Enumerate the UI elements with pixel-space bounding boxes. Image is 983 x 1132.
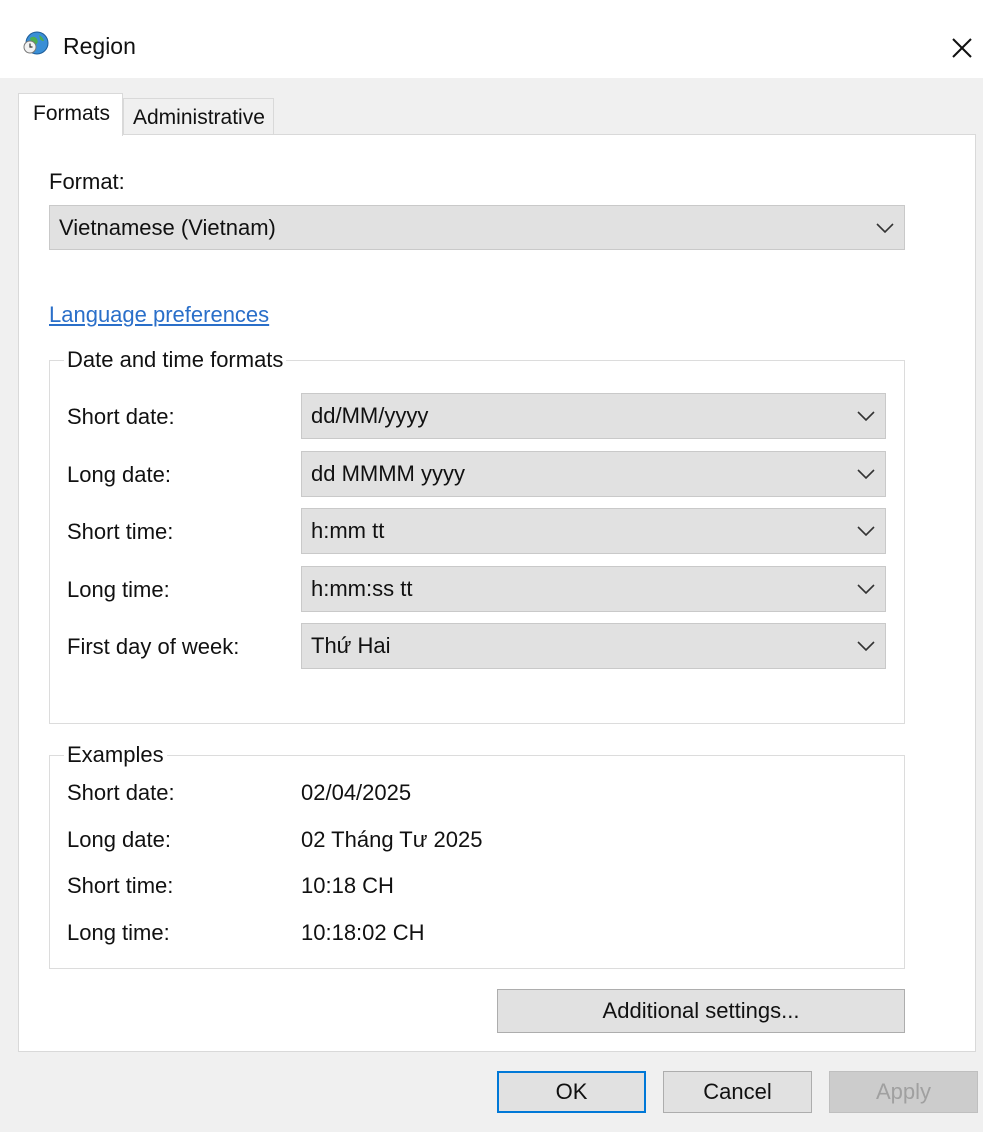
first-day-dropdown[interactable]: Thứ Hai: [301, 623, 886, 669]
format-label: Format:: [49, 169, 125, 194]
example-long-time-value: 10:18:02 CH: [301, 920, 425, 945]
short-time-dropdown[interactable]: h:mm tt: [301, 508, 886, 554]
short-time-value: h:mm tt: [311, 518, 385, 543]
long-date-value: dd MMMM yyyy: [311, 461, 465, 486]
short-date-dropdown[interactable]: dd/MM/yyyy: [301, 393, 886, 439]
format-dropdown[interactable]: Vietnamese (Vietnam): [49, 205, 905, 250]
globe-clock-icon: [23, 31, 49, 55]
date-time-formats-title: Date and time formats: [64, 347, 287, 373]
example-short-date-label: Short date:: [67, 780, 175, 805]
short-time-label: Short time:: [67, 519, 174, 544]
long-date-dropdown[interactable]: dd MMMM yyyy: [301, 451, 886, 497]
example-long-date-label: Long date:: [67, 827, 171, 852]
examples-group: [49, 755, 905, 969]
example-long-time-label: Long time:: [67, 920, 170, 945]
cancel-button[interactable]: Cancel: [663, 1071, 812, 1113]
chevron-down-icon: [857, 526, 875, 536]
long-time-label: Long time:: [67, 577, 170, 602]
title-bar: Region: [0, 0, 983, 78]
ok-button[interactable]: OK: [497, 1071, 646, 1113]
additional-settings-button[interactable]: Additional settings...: [497, 989, 905, 1033]
examples-title: Examples: [64, 742, 167, 768]
tab-administrative[interactable]: Administrative: [123, 98, 274, 134]
apply-button[interactable]: Apply: [829, 1071, 978, 1113]
chevron-down-icon: [876, 222, 894, 233]
example-short-time-label: Short time:: [67, 873, 174, 898]
long-date-label: Long date:: [67, 462, 171, 487]
long-time-value: h:mm:ss tt: [311, 576, 413, 601]
window-title: Region: [63, 33, 136, 59]
language-preferences-link[interactable]: Language preferences: [49, 302, 269, 328]
example-long-date-value: 02 Tháng Tư 2025: [301, 827, 483, 852]
first-day-value: Thứ Hai: [311, 633, 391, 658]
example-short-time-value: 10:18 CH: [301, 873, 394, 898]
tab-formats-label: Formats: [33, 102, 111, 125]
example-short-date-value: 02/04/2025: [301, 780, 412, 805]
tab-administrative-label: Administrative: [133, 106, 265, 129]
format-value: Vietnamese (Vietnam): [59, 214, 276, 240]
chevron-down-icon: [857, 411, 875, 421]
first-day-label: First day of week:: [67, 634, 240, 659]
short-date-label: Short date:: [67, 404, 175, 429]
chevron-down-icon: [857, 584, 875, 594]
chevron-down-icon: [857, 641, 875, 651]
chevron-down-icon: [857, 469, 875, 479]
short-date-value: dd/MM/yyyy: [311, 403, 429, 428]
long-time-dropdown[interactable]: h:mm:ss tt: [301, 566, 886, 612]
close-icon[interactable]: [942, 28, 982, 68]
tab-formats[interactable]: Formats: [18, 93, 123, 136]
